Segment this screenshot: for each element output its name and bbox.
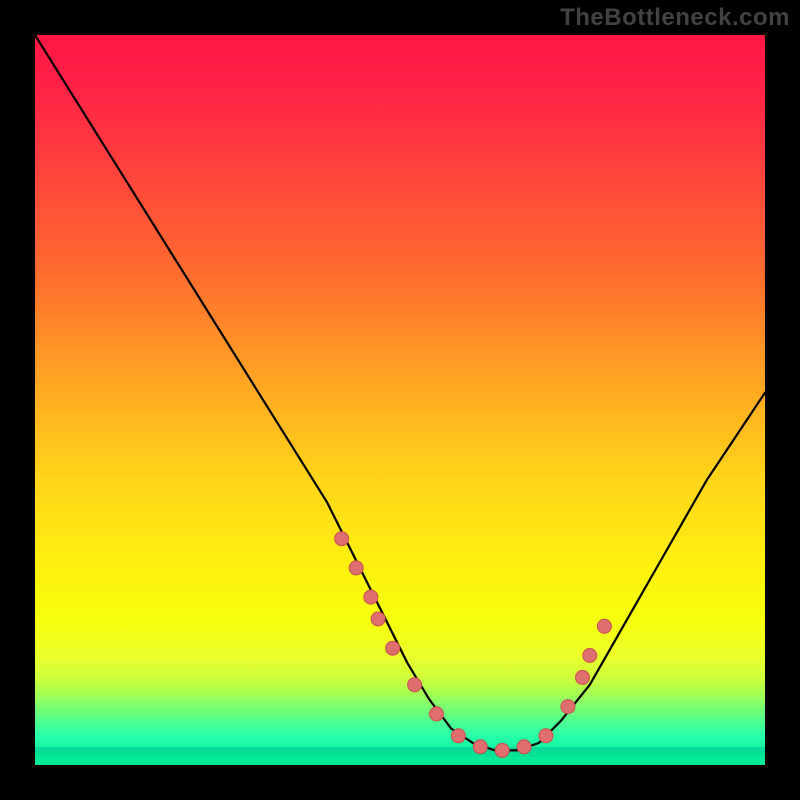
curve-svg <box>35 35 765 765</box>
highlight-dot <box>451 729 465 743</box>
bottleneck-curve <box>35 35 765 750</box>
highlight-dot <box>597 619 611 633</box>
highlight-dot <box>473 740 487 754</box>
watermark-text: TheBottleneck.com <box>560 4 790 32</box>
chart-container: TheBottleneck.com <box>0 0 800 800</box>
highlight-dots-group <box>335 532 612 758</box>
highlight-dot <box>408 678 422 692</box>
highlight-dot <box>495 743 509 757</box>
highlight-dot <box>386 641 400 655</box>
highlight-dot <box>430 707 444 721</box>
highlight-dot <box>335 532 349 546</box>
highlight-dot <box>371 612 385 626</box>
highlight-dot <box>349 561 363 575</box>
highlight-dot <box>561 700 575 714</box>
plot-area <box>35 35 765 765</box>
highlight-dot <box>583 649 597 663</box>
highlight-dot <box>364 590 378 604</box>
highlight-dot <box>539 729 553 743</box>
highlight-dot <box>576 670 590 684</box>
highlight-dot <box>517 740 531 754</box>
